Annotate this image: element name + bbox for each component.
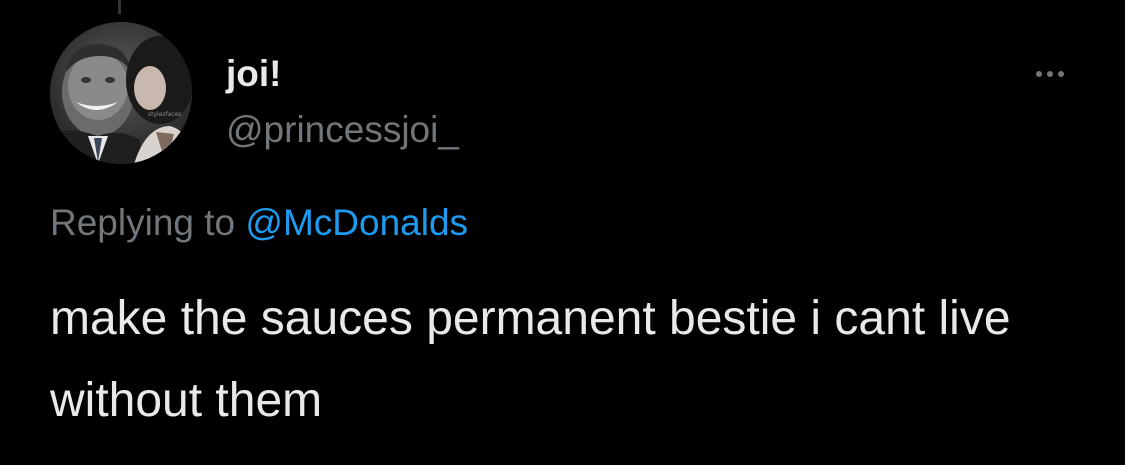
replying-to-line: Replying to @McDonalds bbox=[50, 198, 468, 248]
more-horizontal-icon-dot bbox=[1058, 71, 1064, 77]
avatar[interactable]: stylesfaces bbox=[50, 22, 192, 164]
replying-to-label: Replying to bbox=[50, 202, 236, 243]
avatar-photo: stylesfaces bbox=[50, 22, 192, 164]
thread-connector-line bbox=[118, 0, 121, 14]
display-name[interactable]: joi! bbox=[226, 52, 281, 96]
more-horizontal-icon-dot bbox=[1047, 71, 1053, 77]
avatar-watermark: stylesfaces bbox=[148, 111, 181, 118]
more-horizontal-icon bbox=[1036, 71, 1042, 77]
user-handle[interactable]: @princessjoi_ bbox=[226, 108, 459, 152]
reply-mention-link[interactable]: @McDonalds bbox=[245, 202, 468, 243]
tweet-text: make the sauces permanent bestie i cant … bbox=[50, 292, 1011, 427]
more-options-button[interactable] bbox=[1022, 56, 1078, 92]
